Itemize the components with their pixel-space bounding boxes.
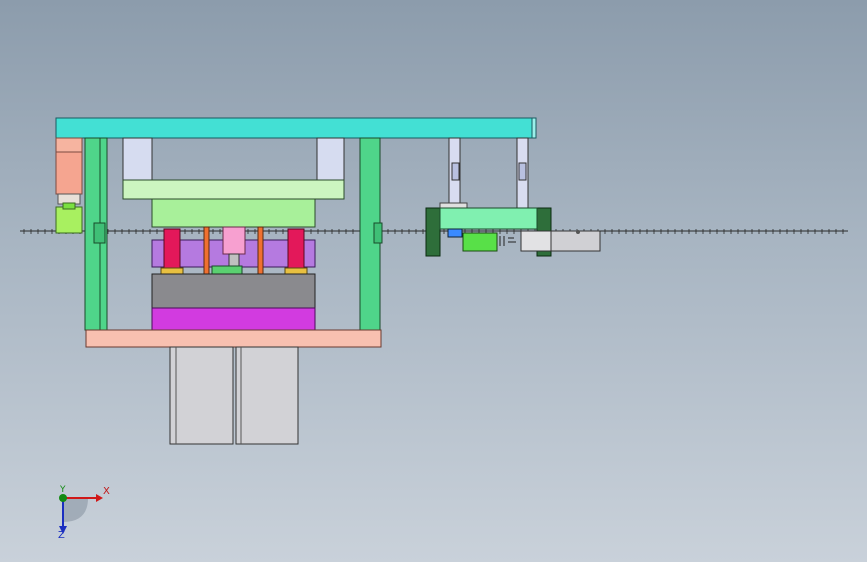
left-cylinder-bracket[interactable]: [55, 137, 83, 153]
punch-holder-plate[interactable]: [151, 198, 316, 228]
cad-viewport[interactable]: X Y Z: [0, 0, 867, 562]
top-plate[interactable]: [55, 117, 537, 139]
y-axis-label: Y: [60, 485, 66, 495]
feeder-sensor: [462, 232, 498, 252]
die-assembly-drawing[interactable]: [0, 0, 867, 562]
upper-die-plate[interactable]: [122, 179, 345, 200]
left-sensor-block[interactable]: [55, 206, 83, 234]
pilot-pin-right[interactable]: [257, 226, 264, 276]
upper-support-left[interactable]: [122, 137, 153, 181]
pilot-pin-left[interactable]: [203, 226, 210, 276]
support-leg-left[interactable]: [169, 346, 234, 445]
lower-base-plate[interactable]: [85, 329, 382, 348]
x-axis-label: X: [103, 486, 110, 497]
stripper-spring-right[interactable]: [284, 228, 308, 275]
left-sensor-cap: [62, 202, 76, 210]
top-plate-end-cap: [531, 117, 537, 139]
feeder-plate: [439, 207, 538, 230]
left-cylinder-body[interactable]: [55, 151, 83, 195]
support-leg-right[interactable]: [235, 346, 299, 445]
die-block[interactable]: [151, 273, 316, 309]
guide-post-left-bushing: [93, 222, 106, 244]
upper-support-right[interactable]: [316, 137, 345, 181]
z-axis-label: Z: [58, 530, 65, 541]
center-punch[interactable]: [222, 226, 246, 255]
feeder-unit[interactable]: [425, 137, 601, 257]
feeder-frame-left: [425, 207, 441, 257]
die-shoe[interactable]: [151, 307, 316, 331]
die-button: [211, 265, 243, 275]
stripper-spring-left[interactable]: [160, 228, 184, 275]
guide-post-right-bushing: [373, 222, 383, 244]
